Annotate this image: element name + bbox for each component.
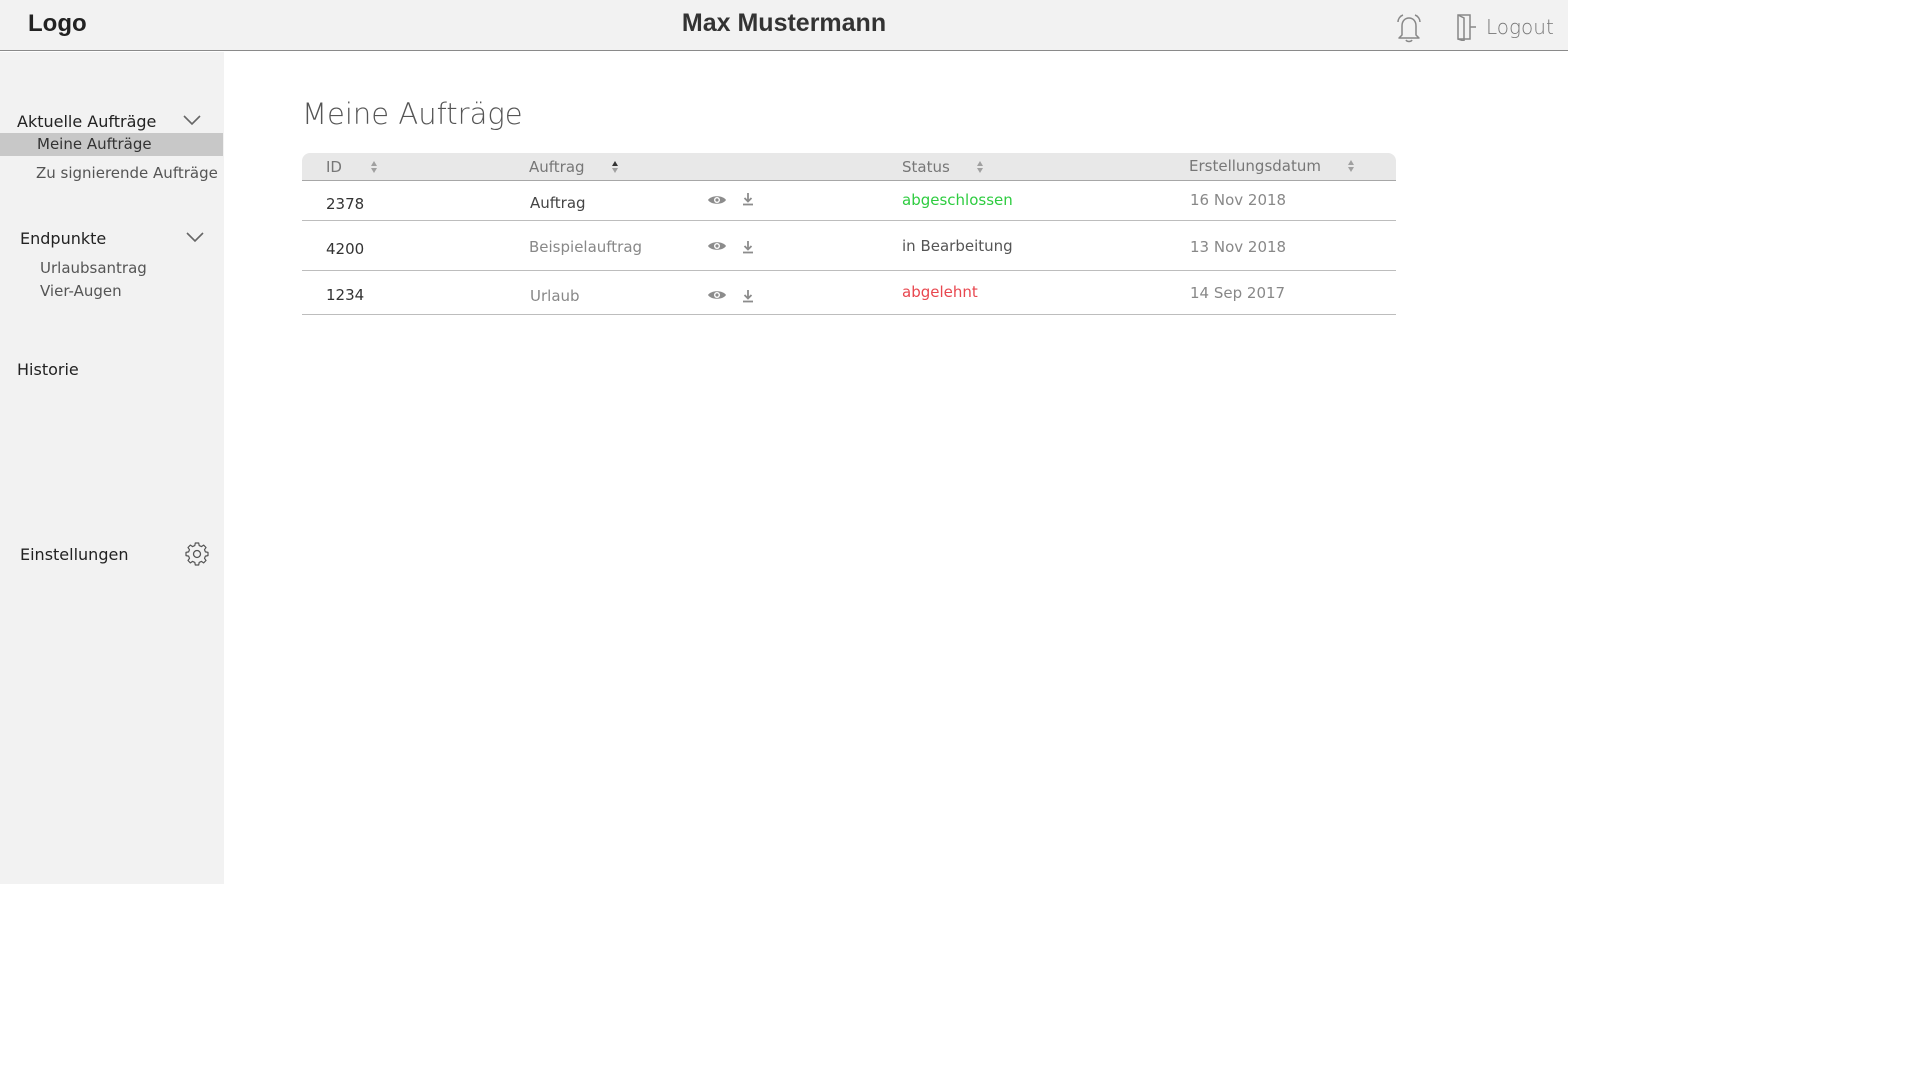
column-label: ID [326, 158, 342, 176]
eye-icon[interactable] [707, 239, 727, 253]
status-badge: abgelehnt [902, 283, 978, 301]
row-date: 16 Nov 2018 [1190, 191, 1287, 209]
row-auftrag: Auftrag [530, 194, 586, 212]
sidebar-item-historie[interactable]: Historie [17, 360, 79, 379]
sidebar-group-aktuelle-auftraege[interactable]: Aktuelle Aufträge [17, 112, 156, 131]
sidebar-item-meine-auftraege[interactable]: Meine Aufträge [0, 133, 223, 156]
notifications-button[interactable] [1394, 12, 1424, 44]
table-header: ID Auftrag Status Erstellungsdatum [302, 153, 1396, 181]
status-badge: in Bearbeitung [902, 237, 1013, 255]
bell-icon [1397, 14, 1421, 43]
download-icon[interactable] [742, 240, 754, 254]
column-label: Auftrag [529, 158, 585, 176]
sidebar-item-vier-augen[interactable]: Vier-Augen [40, 282, 122, 300]
row-date: 14 Sep 2017 [1190, 284, 1286, 302]
eye-icon[interactable] [707, 288, 727, 302]
page-title: Meine Aufträge [302, 97, 523, 131]
gear-icon[interactable] [185, 542, 209, 566]
sort-ascending-icon[interactable] [611, 160, 619, 174]
table-row[interactable]: 2378 Auftrag abgeschlossen 16 Nov 2018 [302, 181, 1396, 221]
download-icon[interactable] [742, 192, 754, 206]
sort-icon[interactable] [1347, 159, 1355, 173]
column-label: Erstellungsdatum [1189, 157, 1321, 175]
download-icon[interactable] [742, 289, 754, 303]
eye-icon[interactable] [707, 193, 727, 207]
row-id: 2378 [326, 195, 365, 213]
user-name: Max Mustermann [681, 9, 887, 37]
sidebar-item-einstellungen[interactable]: Einstellungen [20, 545, 128, 564]
column-header-id[interactable]: ID [326, 158, 378, 176]
sidebar: Aktuelle Aufträge Meine Aufträge Zu sign… [0, 52, 224, 884]
logout-button[interactable]: Logout [1456, 12, 1554, 42]
sidebar-item-urlaubsantrag[interactable]: Urlaubsantrag [40, 259, 147, 277]
column-header-status[interactable]: Status [902, 158, 984, 176]
status-badge: abgeschlossen [902, 191, 1013, 209]
table-row[interactable]: 4200 Beispielauftrag in Bearbeitung 13 N… [302, 221, 1396, 271]
door-exit-icon [1457, 14, 1476, 41]
column-label: Status [902, 158, 950, 176]
top-bar: Logo Max Mustermann Logout [0, 0, 1568, 51]
sidebar-group-endpunkte[interactable]: Endpunkte [20, 229, 106, 248]
sidebar-item-zu-signierende-auftraege[interactable]: Zu signierende Aufträge [36, 164, 218, 182]
logo[interactable]: Logo [28, 10, 87, 38]
column-header-erstellungsdatum[interactable]: Erstellungsdatum [1189, 157, 1355, 175]
column-header-auftrag[interactable]: Auftrag [529, 158, 619, 176]
row-id: 4200 [326, 240, 365, 258]
sort-icon[interactable] [976, 160, 984, 174]
table-row[interactable]: 1234 Urlaub abgelehnt 14 Sep 2017 [302, 271, 1396, 315]
logout-label: Logout [1486, 15, 1554, 39]
chevron-down-icon[interactable] [182, 114, 202, 126]
chevron-down-icon[interactable] [185, 231, 205, 243]
row-id: 1234 [326, 286, 365, 304]
row-auftrag: Urlaub [530, 287, 580, 305]
sort-icon[interactable] [370, 160, 378, 174]
row-auftrag: Beispielauftrag [529, 238, 643, 256]
row-date: 13 Nov 2018 [1190, 238, 1287, 256]
